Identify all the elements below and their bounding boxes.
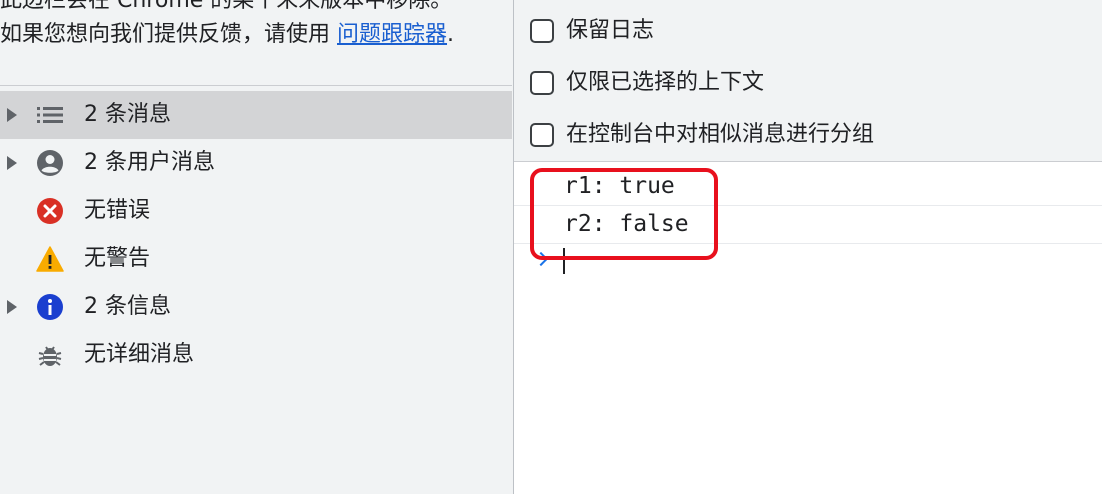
error-icon (36, 197, 64, 225)
deprecation-notice: 此边栏会在 Chrome 的某个未来版本中移除。 如果您想向我们提供反馈，请使用… (0, 0, 512, 86)
devtools-console-panel: 此边栏会在 Chrome 的某个未来版本中移除。 如果您想向我们提供反馈，请使用… (0, 0, 1102, 494)
sidebar-item-label: 无详细消息 (84, 342, 195, 367)
sidebar-item-errors[interactable]: 无错误 (0, 187, 512, 235)
preserve-log-label: 保留日志 (566, 18, 655, 43)
warning-icon (36, 245, 64, 273)
bug-icon (36, 341, 64, 369)
expand-arrow-icon[interactable] (7, 300, 17, 314)
sidebar-item-label: 无警告 (84, 246, 151, 271)
selected-context-setting[interactable]: 仅限已选择的上下文 (530, 68, 1090, 98)
list-icon (36, 101, 64, 129)
notice-text-line-1: 此边栏会在 Chrome 的某个未来版本中移除。 (0, 0, 453, 13)
user-icon (36, 149, 64, 177)
sidebar-item-verbose[interactable]: 无详细消息 (0, 331, 512, 379)
group-similar-setting[interactable]: 在控制台中对相似消息进行分组 (530, 120, 1090, 150)
selected-context-label: 仅限已选择的上下文 (566, 70, 765, 95)
highlight-annotation (530, 168, 718, 260)
expand-arrow-icon[interactable] (7, 156, 17, 170)
issue-tracker-link[interactable]: 问题跟踪器 (337, 22, 447, 47)
preserve-log-setting[interactable]: 保留日志 (530, 16, 1090, 46)
info-icon (36, 293, 64, 321)
sidebar-item-label: 2 条信息 (84, 294, 171, 319)
sidebar-item-info[interactable]: 2 条信息 (0, 283, 512, 331)
expand-arrow-icon[interactable] (7, 108, 17, 122)
preserve-log-checkbox[interactable] (530, 19, 554, 43)
sidebar-item-label: 2 条用户消息 (84, 150, 215, 175)
selected-context-checkbox[interactable] (530, 71, 554, 95)
message-filter-list: 2 条消息 2 条用户消息 无错误 无警告 2 条信息 无详细消息 (0, 91, 512, 379)
group-similar-checkbox[interactable] (530, 123, 554, 147)
console-sidebar: 此边栏会在 Chrome 的某个未来版本中移除。 如果您想向我们提供反馈，请使用… (0, 0, 513, 494)
notice-text-prefix: 如果您想向我们提供反馈，请使用 (0, 22, 337, 47)
sidebar-item-user-messages[interactable]: 2 条用户消息 (0, 139, 512, 187)
sidebar-item-warnings[interactable]: 无警告 (0, 235, 512, 283)
notice-text-suffix: . (447, 22, 455, 47)
sidebar-item-label: 2 条消息 (84, 102, 171, 127)
notice-text-line-2: 如果您想向我们提供反馈，请使用 问题跟踪器. (0, 20, 454, 50)
console-settings: 保留日志 仅限已选择的上下文 在控制台中对相似消息进行分组 (514, 0, 1102, 162)
sidebar-item-label: 无错误 (84, 198, 151, 223)
console-output[interactable]: r1: true r2: false (514, 162, 1102, 494)
group-similar-label: 在控制台中对相似消息进行分组 (566, 122, 875, 147)
sidebar-item-messages[interactable]: 2 条消息 (0, 91, 512, 139)
